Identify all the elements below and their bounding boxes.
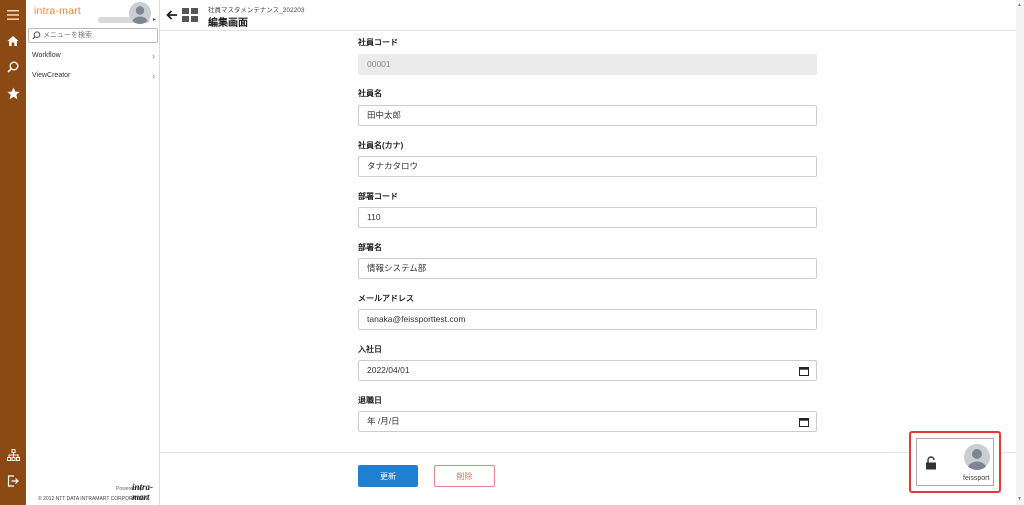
field-label: 社員名(カナ) xyxy=(358,141,404,150)
retirement-date-value: 年 /月/日 xyxy=(367,416,400,426)
breadcrumb: 社員マスタメンテナンス_202203 xyxy=(208,7,305,14)
hire-date-field[interactable]: 2022/04/01 xyxy=(358,360,817,381)
copyright-text: © 2012 NTT DATA INTRAMART CORPORATION xyxy=(38,496,148,502)
field-label: 部署コード xyxy=(358,192,398,201)
page-title: 編集画面 xyxy=(208,18,248,29)
chevron-right-icon: › xyxy=(152,71,155,81)
chevron-right-icon: › xyxy=(152,51,155,61)
search-icon xyxy=(32,31,41,40)
calendar-icon[interactable] xyxy=(799,417,809,427)
retirement-date-field[interactable]: 年 /月/日 xyxy=(358,411,817,432)
sitemap-icon[interactable] xyxy=(0,444,26,466)
field-label: 入社日 xyxy=(358,345,382,354)
field-label: 退職日 xyxy=(358,396,382,405)
employee-code-field: 00001 xyxy=(358,54,817,75)
brand-logo: intra-mart xyxy=(34,5,81,17)
sidebar-item-label: ViewCreator xyxy=(32,72,71,79)
scrollbar[interactable]: ▲ ▼ xyxy=(1016,0,1024,505)
menu-search xyxy=(28,28,158,43)
calendar-icon[interactable] xyxy=(799,366,809,376)
field-label: メールアドレス xyxy=(358,294,414,303)
field-label: 社員コード xyxy=(358,38,398,47)
page-header: 社員マスタメンテナンス_202203 編集画面 xyxy=(160,0,1024,31)
employee-name-kana-field[interactable]: タナカタロウ xyxy=(358,156,817,177)
search-icon[interactable] xyxy=(0,56,26,78)
side-menu: intra-mart ▸ Workflow › ViewCreator › Po… xyxy=(26,0,160,505)
scroll-up-icon[interactable]: ▲ xyxy=(1017,2,1022,8)
home-icon[interactable] xyxy=(0,30,26,52)
scroll-down-icon[interactable]: ▼ xyxy=(1017,496,1022,502)
sidebar-item-viewcreator[interactable]: ViewCreator › xyxy=(26,67,159,85)
caret-icon[interactable]: ▸ xyxy=(153,16,156,23)
department-code-field[interactable]: 110 xyxy=(358,207,817,228)
logout-icon[interactable] xyxy=(0,470,26,492)
hamburger-icon[interactable] xyxy=(0,4,26,26)
email-field[interactable]: tanaka@feissporttest.com xyxy=(358,309,817,330)
employee-name-field[interactable]: 田中太郎 xyxy=(358,105,817,126)
lock-icon[interactable] xyxy=(925,456,937,470)
update-button[interactable]: 更新 xyxy=(358,465,418,487)
icon-rail xyxy=(0,0,26,505)
delete-button[interactable]: 削除 xyxy=(434,465,495,487)
department-name-field[interactable]: 情報システム部 xyxy=(358,258,817,279)
field-label: 部署名 xyxy=(358,243,382,252)
avatar[interactable] xyxy=(964,444,990,470)
sidebar-item-label: Workflow xyxy=(32,52,61,59)
avatar[interactable] xyxy=(129,2,151,24)
star-icon[interactable] xyxy=(0,82,26,104)
divider xyxy=(160,452,1016,453)
floating-user-panel: feissport xyxy=(916,438,994,486)
back-arrow-icon[interactable] xyxy=(165,8,179,22)
menu-search-input[interactable] xyxy=(43,29,155,42)
floating-user-widget[interactable]: feissport xyxy=(909,431,1001,493)
hire-date-value: 2022/04/01 xyxy=(367,365,410,375)
floating-user-name: feissport xyxy=(963,475,990,482)
sidebar-item-workflow[interactable]: Workflow › xyxy=(26,47,159,65)
field-label: 社員名 xyxy=(358,89,382,98)
grid-icon[interactable] xyxy=(182,8,198,22)
